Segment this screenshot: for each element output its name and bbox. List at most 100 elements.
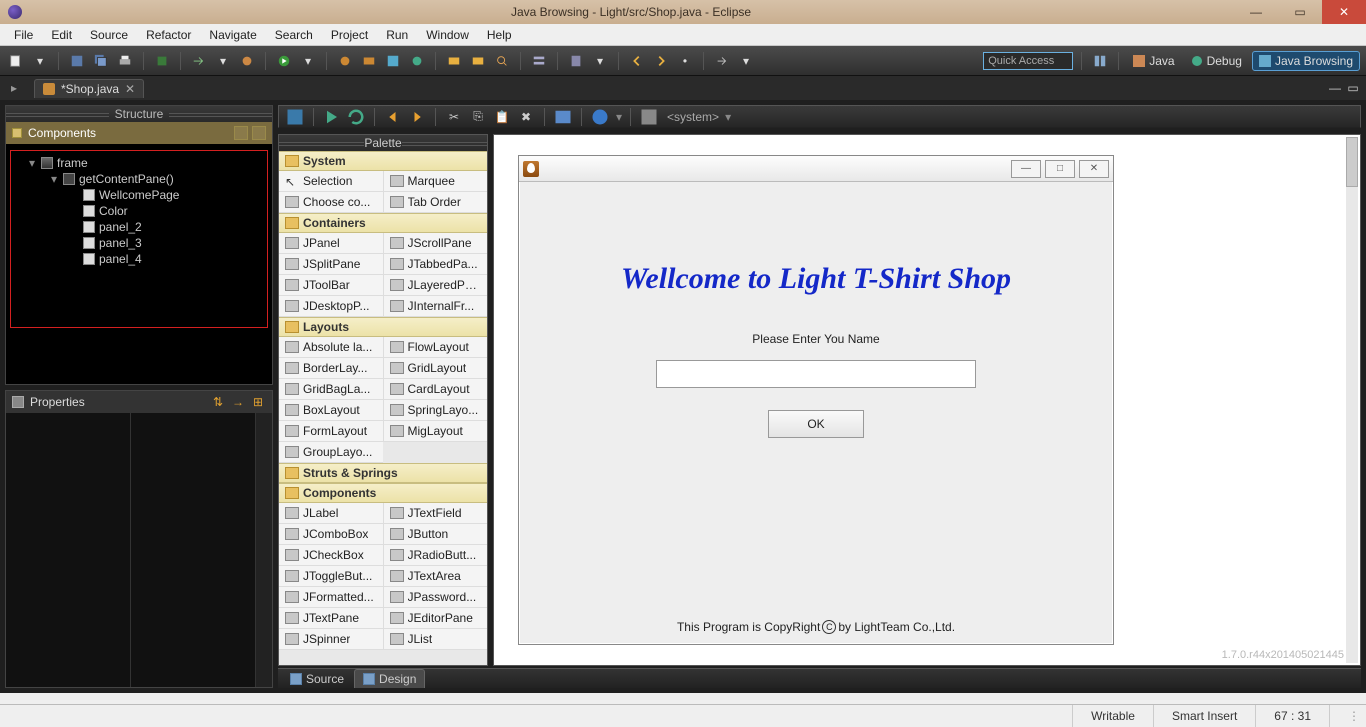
- run-button[interactable]: [274, 51, 294, 71]
- palette-item-jlist[interactable]: JList: [383, 629, 488, 650]
- palette-item-jtextarea[interactable]: JTextArea: [383, 566, 488, 587]
- menu-run[interactable]: Run: [378, 26, 416, 44]
- tree-item-frame[interactable]: ▾frame: [13, 155, 265, 171]
- skip-button[interactable]: [237, 51, 257, 71]
- next-annotation-drop[interactable]: ▾: [736, 51, 756, 71]
- preview-window[interactable]: — □ ✕ Wellcome to Light T-Shirt Shop Ple…: [518, 155, 1114, 645]
- tree-item-wellcomepage[interactable]: WellcomePage: [13, 187, 265, 203]
- palette-item-form[interactable]: FormLayout: [279, 421, 383, 442]
- ext-tools-button[interactable]: [359, 51, 379, 71]
- palette-item-jeditorpane[interactable]: JEditorPane: [383, 608, 488, 629]
- palette-item-jlabel[interactable]: JLabel: [279, 503, 383, 524]
- palette-item-flow[interactable]: FlowLayout: [383, 337, 488, 358]
- collapse-all-button[interactable]: [252, 126, 266, 140]
- palette-item-gridbag[interactable]: GridBagLa...: [279, 379, 383, 400]
- new-button[interactable]: [6, 51, 26, 71]
- palette-item-jtextfield[interactable]: JTextField: [383, 503, 488, 524]
- palette-item-jpanel[interactable]: JPanel: [279, 233, 383, 254]
- forward-button[interactable]: [651, 51, 671, 71]
- perspective-debug[interactable]: Debug: [1185, 52, 1248, 70]
- editor-maximize-button[interactable]: ▭: [1344, 79, 1362, 97]
- window-maximize-button[interactable]: ▭: [1278, 0, 1322, 24]
- palette-item-grid[interactable]: GridLayout: [383, 358, 488, 379]
- tab-design[interactable]: Design: [354, 669, 425, 688]
- palette-item-jsplitpane[interactable]: JSplitPane: [279, 254, 383, 275]
- tree-item-panel3[interactable]: panel_3: [13, 235, 265, 251]
- preview-button[interactable]: [553, 107, 573, 127]
- menu-project[interactable]: Project: [323, 26, 376, 44]
- palette-item-absolute[interactable]: Absolute la...: [279, 337, 383, 358]
- properties-table[interactable]: [6, 413, 272, 687]
- canvas-scrollbar[interactable]: [1346, 137, 1358, 663]
- debug-dropdown[interactable]: ▾: [213, 51, 233, 71]
- open-type-button[interactable]: [444, 51, 464, 71]
- palette-item-jtabbedpane[interactable]: JTabbedPa...: [383, 254, 488, 275]
- perspective-java-browsing[interactable]: Java Browsing: [1252, 51, 1360, 71]
- palette-item-jradiobutton[interactable]: JRadioButt...: [383, 545, 488, 566]
- new-dropdown[interactable]: ▾: [30, 51, 50, 71]
- laf-button[interactable]: [639, 107, 659, 127]
- palette-item-group[interactable]: GroupLayo...: [279, 442, 383, 463]
- editor-tab-shop-java[interactable]: *Shop.java ✕: [34, 79, 144, 98]
- view-gutter[interactable]: ▸: [4, 76, 24, 100]
- test-button[interactable]: [322, 107, 342, 127]
- debug-step-button[interactable]: [189, 51, 209, 71]
- resize-grip[interactable]: ⋮: [1329, 705, 1366, 727]
- toggle-breadcrumb-button[interactable]: [529, 51, 549, 71]
- palette-category-struts[interactable]: Struts & Springs: [279, 463, 487, 483]
- palette-item-selection[interactable]: Selection: [279, 171, 383, 192]
- structure-header[interactable]: Structure: [6, 106, 272, 122]
- menu-source[interactable]: Source: [82, 26, 136, 44]
- menu-navigate[interactable]: Navigate: [201, 26, 264, 44]
- save-button[interactable]: [67, 51, 87, 71]
- palette-item-jtoolbar[interactable]: JToolBar: [279, 275, 383, 296]
- palette-item-jbutton[interactable]: JButton: [383, 524, 488, 545]
- tree-item-panel4[interactable]: panel_4: [13, 251, 265, 267]
- new-package-button[interactable]: [383, 51, 403, 71]
- preview-titlebar[interactable]: — □ ✕: [519, 156, 1113, 182]
- menu-edit[interactable]: Edit: [43, 26, 80, 44]
- quick-access-input[interactable]: Quick Access: [983, 52, 1073, 70]
- preview-close-button[interactable]: ✕: [1079, 160, 1109, 178]
- name-input[interactable]: [656, 360, 976, 388]
- palette-item-box[interactable]: BoxLayout: [279, 400, 383, 421]
- tree-item-color[interactable]: Color: [13, 203, 265, 219]
- pin-dropdown[interactable]: ▾: [590, 51, 610, 71]
- properties-action-2[interactable]: →: [230, 394, 246, 410]
- new-class-button[interactable]: [407, 51, 427, 71]
- palette-item-jpassword[interactable]: JPassword...: [383, 587, 488, 608]
- palette-item-mig[interactable]: MigLayout: [383, 421, 488, 442]
- palette-item-jcheckbox[interactable]: JCheckBox: [279, 545, 383, 566]
- open-task-button[interactable]: [468, 51, 488, 71]
- run-dropdown[interactable]: ▾: [298, 51, 318, 71]
- coverage-button[interactable]: [335, 51, 355, 71]
- copy-button[interactable]: ⎘: [468, 107, 488, 127]
- close-tab-icon[interactable]: ✕: [125, 82, 135, 96]
- palette-category-containers[interactable]: Containers: [279, 213, 487, 233]
- design-canvas[interactable]: — □ ✕ Wellcome to Light T-Shirt Shop Ple…: [493, 134, 1361, 666]
- palette-header[interactable]: Palette: [279, 135, 487, 151]
- paste-button[interactable]: 📋: [492, 107, 512, 127]
- palette-item-jlayeredpane[interactable]: JLayeredPa...: [383, 275, 488, 296]
- window-minimize-button[interactable]: —: [1234, 0, 1278, 24]
- delete-button[interactable]: ✖: [516, 107, 536, 127]
- refresh-button[interactable]: [346, 107, 366, 127]
- tree-item-getcontentpane[interactable]: ▾getContentPane(): [13, 171, 265, 187]
- globe-button[interactable]: [590, 107, 610, 127]
- menu-file[interactable]: File: [6, 26, 41, 44]
- properties-action-3[interactable]: ⊞: [250, 394, 266, 410]
- menu-help[interactable]: Help: [479, 26, 520, 44]
- save-all-button[interactable]: [91, 51, 111, 71]
- palette-item-jscrollpane[interactable]: JScrollPane: [383, 233, 488, 254]
- palette-category-system[interactable]: System: [279, 151, 487, 171]
- palette-item-border[interactable]: BorderLay...: [279, 358, 383, 379]
- palette-item-card[interactable]: CardLayout: [383, 379, 488, 400]
- perspective-java[interactable]: Java: [1127, 52, 1180, 70]
- editor-minimize-button[interactable]: —: [1326, 79, 1344, 97]
- palette-item-jformatted[interactable]: JFormatted...: [279, 587, 383, 608]
- preview-maximize-button[interactable]: □: [1045, 160, 1075, 178]
- palette-item-marquee[interactable]: Marquee: [383, 171, 488, 192]
- laf-dropdown[interactable]: ▾: [725, 110, 731, 124]
- palette-item-spring[interactable]: SpringLayo...: [383, 400, 488, 421]
- properties-action-1[interactable]: ⇅: [210, 394, 226, 410]
